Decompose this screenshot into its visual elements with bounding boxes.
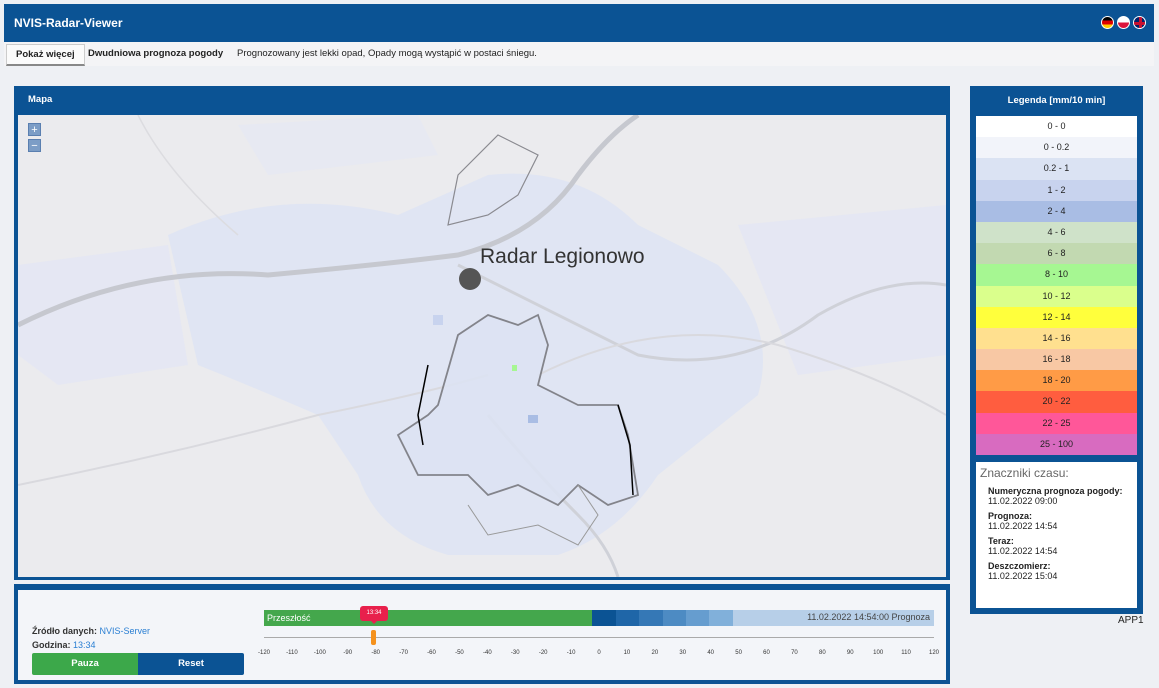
data-source-value[interactable]: NVIS-Server — [100, 626, 151, 636]
time-slider-ticks: -120 -110 -100 -90 -80 -70 -60 -50 -40 -30 -20 -10 0… — [258, 650, 939, 660]
slider-tick-label: -10 — [566, 650, 576, 656]
legend-item: 16 - 18 — [976, 349, 1137, 371]
reset-button[interactable]: Reset — [138, 653, 244, 675]
legend-list: 0 - 00 - 0.2 0.2 - 11 - 22 - 44 - 66 - 88… — [976, 116, 1137, 455]
legend-item: 18 - 20 — [976, 370, 1137, 392]
slider-tick-label: 70 — [791, 650, 798, 656]
data-source: Źródło danych: NVIS-Server — [32, 626, 150, 636]
legend-item: 2 - 4 — [976, 200, 1137, 222]
slider-tick-label: 110 — [901, 650, 911, 656]
legend-item: 22 - 25 — [976, 412, 1137, 434]
map-panel-title: Mapa — [28, 94, 53, 105]
slider-tick-label: 10 — [623, 650, 631, 656]
timestamp-label: Teraz: — [988, 536, 1014, 546]
legend-item: 20 - 22 — [976, 391, 1137, 413]
language-switcher — [1101, 16, 1146, 29]
legend-panel: Legenda [mm/10 min] 0 - 00 - 0.2 0.2 - 11… — [970, 86, 1143, 614]
map-panel: Mapa + − Radar Legionowo — [14, 86, 950, 580]
slider-tick-label: 40 — [707, 650, 714, 656]
legend-item: 8 - 10 — [976, 264, 1137, 286]
de-flag-icon[interactable] — [1101, 16, 1114, 29]
forecast-segment — [639, 610, 663, 626]
current-hour: Godzina: 13:34 — [32, 640, 96, 650]
legend-item: 4 - 6 — [976, 221, 1137, 244]
forecast-segment: 11.02.2022 14:54:00 Prognoza — [732, 610, 934, 626]
slider-tick-label: -70 — [399, 650, 408, 656]
time-marker: 13:34 — [360, 606, 388, 624]
legend-item: 10 - 12 — [976, 285, 1137, 307]
legend-item: 0.2 - 1 — [976, 158, 1137, 180]
legend-item: 12 - 14 — [976, 306, 1137, 328]
controls-panel: Źródło danych: NVIS-Server Godzina: 13:3… — [14, 584, 950, 684]
slider-tick-label: 50 — [735, 650, 742, 656]
time-slider-track[interactable] — [264, 637, 934, 638]
slider-tick-label: -100 — [313, 650, 326, 656]
zoom-out-button[interactable]: − — [28, 139, 41, 152]
timestamps-heading: Znaczniki czasu: — [980, 466, 1069, 480]
slider-tick-label: -120 — [257, 650, 271, 656]
uk-flag-icon[interactable] — [1133, 16, 1146, 29]
slider-tick-label: 100 — [873, 650, 884, 656]
forecast-segment — [615, 610, 640, 626]
slider-tick-label: 80 — [818, 650, 826, 656]
radar-map[interactable]: + − Radar Legionowo — [18, 115, 946, 577]
slider-tick-label: -90 — [343, 650, 353, 656]
top-bar: NVIS-Radar-Viewer — [4, 4, 1154, 42]
zoom-in-button[interactable]: + — [28, 123, 41, 136]
app-title: NVIS-Radar-Viewer — [14, 16, 123, 30]
slider-tick-label: 30 — [679, 650, 687, 656]
hour-value: 13:34 — [73, 640, 96, 650]
radar-label: Radar Legionowo — [480, 245, 645, 268]
slider-tick-label: -40 — [482, 650, 492, 656]
forecast-segment — [685, 610, 710, 626]
app-id: APP1 — [1118, 615, 1144, 626]
slider-tick-label: -50 — [455, 650, 464, 656]
slider-tick-label: 60 — [763, 650, 770, 656]
slider-tick-label: -20 — [538, 650, 548, 656]
forecast-segment — [709, 610, 733, 626]
slider-tick-label: -110 — [286, 650, 298, 656]
playback-buttons: Pauza Reset — [32, 653, 244, 675]
timestamp-value: 11.02.2022 09:00 — [988, 496, 1058, 506]
legend-title: Legenda [mm/10 min] — [1007, 95, 1106, 106]
slider-tick-label: -80 — [371, 650, 380, 656]
past-segment: Przeszłość — [264, 610, 593, 626]
timestamps-box: Znaczniki czasu: Numeryczna prognoza pog… — [976, 462, 1137, 608]
legend-item: 6 - 8 — [976, 243, 1137, 265]
forecast-text: Prognozowany jest lekki opad, Opady mogą… — [237, 48, 537, 59]
forecast-title: Dwudniowa prognoza pogody — [88, 48, 224, 59]
forecast-segment — [592, 610, 616, 626]
slider-tick-label: 0 — [597, 650, 601, 656]
zoom-controls: + − — [28, 123, 41, 152]
pause-button[interactable]: Pauza — [32, 653, 138, 675]
slider-tick-label: -60 — [427, 650, 436, 656]
legend-item: 14 - 16 — [976, 327, 1137, 350]
slider-tick-label: 20 — [651, 650, 659, 656]
controls-inner: Źródło danych: NVIS-Server Godzina: 13:3… — [18, 590, 946, 680]
timestamp-label: Deszczomierz: — [988, 561, 1051, 571]
legend-item: 0 - 0 — [976, 116, 1137, 138]
timestamp-label: Numeryczna prognoza pogody: — [988, 486, 1123, 496]
map-canvas — [18, 115, 946, 577]
pl-flag-icon[interactable] — [1117, 16, 1130, 29]
show-more-button[interactable]: Pokaż więcej — [6, 44, 85, 66]
timestamp-value: 11.02.2022 14:54 — [988, 546, 1058, 556]
time-slider-handle[interactable] — [371, 630, 376, 645]
legend-item: 1 - 2 — [976, 179, 1137, 201]
hour-label: Godzina: — [32, 640, 71, 650]
slider-tick-label: 120 — [928, 650, 940, 656]
forecast-segment — [662, 610, 686, 626]
forecast-bar: Pokaż więcej Dwudniowa prognoza pogody P… — [4, 42, 1154, 66]
timestamp-label: Prognoza: — [988, 511, 1032, 521]
timestamp-value: 11.02.2022 15:04 — [988, 571, 1058, 581]
forecast-label: 11.02.2022 14:54:00 Prognoza — [807, 612, 930, 622]
slider-tick-label: -30 — [510, 650, 520, 656]
legend-item: 0 - 0.2 — [976, 137, 1137, 159]
timestamp-value: 11.02.2022 14:54 — [988, 521, 1058, 531]
slider-tick-label: 90 — [846, 650, 854, 656]
legend-item: 25 - 100 — [976, 433, 1137, 455]
data-source-label: Źródło danych: — [32, 626, 97, 636]
